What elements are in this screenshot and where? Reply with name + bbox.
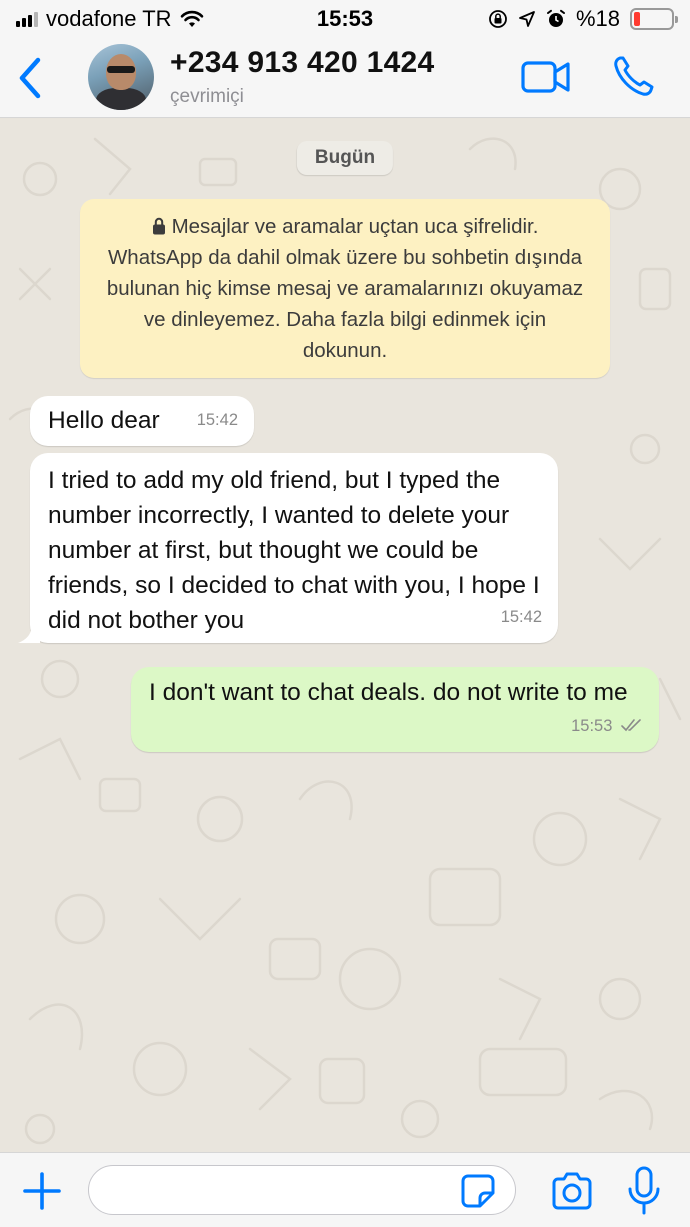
status-left: vodafone TR <box>16 6 266 32</box>
sticker-button[interactable] <box>460 1173 496 1209</box>
message-time: 15:42 <box>500 608 542 626</box>
camera-button[interactable] <box>550 1171 594 1211</box>
contact-name[interactable]: +234 913 420 1424 <box>170 46 435 80</box>
back-button[interactable] <box>10 52 50 104</box>
battery-icon <box>630 8 678 30</box>
video-camera-icon <box>521 61 570 93</box>
avatar-body-shape <box>96 88 146 110</box>
message-text: I don't want to chat deals. do not write… <box>149 679 628 706</box>
voice-message-button[interactable] <box>626 1165 662 1217</box>
double-check-icon <box>621 719 641 732</box>
chat-header: +234 913 420 1424 çevrimiçi <box>0 38 690 118</box>
input-bar <box>0 1152 690 1227</box>
carrier-name: vodafone TR <box>46 6 172 31</box>
message-bubble-incoming[interactable]: Hello dear 15:42 <box>30 396 254 446</box>
status-right: %18 <box>488 6 678 32</box>
message-text: I tried to add my old friend, but I type… <box>48 467 540 634</box>
contact-status: çevrimiçi <box>170 86 244 107</box>
plus-icon <box>23 1172 61 1210</box>
battery-level-fill <box>634 12 641 26</box>
battery-percent: %18 <box>575 6 620 31</box>
message-bubble-incoming[interactable]: I tried to add my old friend, but I type… <box>18 453 558 643</box>
encryption-notice[interactable]: Mesajlar ve aramalar uçtan uca şifrelidi… <box>80 199 610 378</box>
message-time: 15:42 <box>196 411 238 429</box>
avatar[interactable] <box>88 44 154 110</box>
voice-call-button[interactable] <box>610 52 658 100</box>
message-meta: 15:53 <box>571 709 643 744</box>
message-bubble-outgoing[interactable]: I don't want to chat deals. do not write… <box>131 667 659 752</box>
avatar-sunglasses-shape <box>107 66 135 73</box>
bubble-tail-shape <box>18 623 40 643</box>
message-time: 15:53 <box>571 717 613 735</box>
status-bar: vodafone TR 15:53 %18 <box>0 0 690 38</box>
microphone-icon <box>628 1166 660 1215</box>
message-text: Hello dear <box>48 407 160 434</box>
signal-strength-icon <box>16 11 38 27</box>
attach-button[interactable] <box>20 1169 64 1213</box>
orientation-lock-icon <box>489 10 507 28</box>
video-call-button[interactable] <box>520 58 572 96</box>
message-input[interactable] <box>88 1165 516 1215</box>
wifi-icon <box>180 10 203 27</box>
phone-icon <box>614 56 654 96</box>
lock-icon <box>152 217 165 235</box>
alarm-icon <box>546 9 565 27</box>
location-arrow-icon <box>519 11 535 27</box>
camera-icon <box>552 1172 592 1210</box>
sticker-icon <box>461 1174 495 1208</box>
chevron-left-icon <box>19 57 41 99</box>
encryption-notice-text: Mesajlar ve aramalar uçtan uca şifrelidi… <box>106 215 584 362</box>
chat-area[interactable]: Bugün Mesajlar ve aramalar uçtan uca şif… <box>0 119 690 1152</box>
date-separator: Bugün <box>296 141 394 175</box>
